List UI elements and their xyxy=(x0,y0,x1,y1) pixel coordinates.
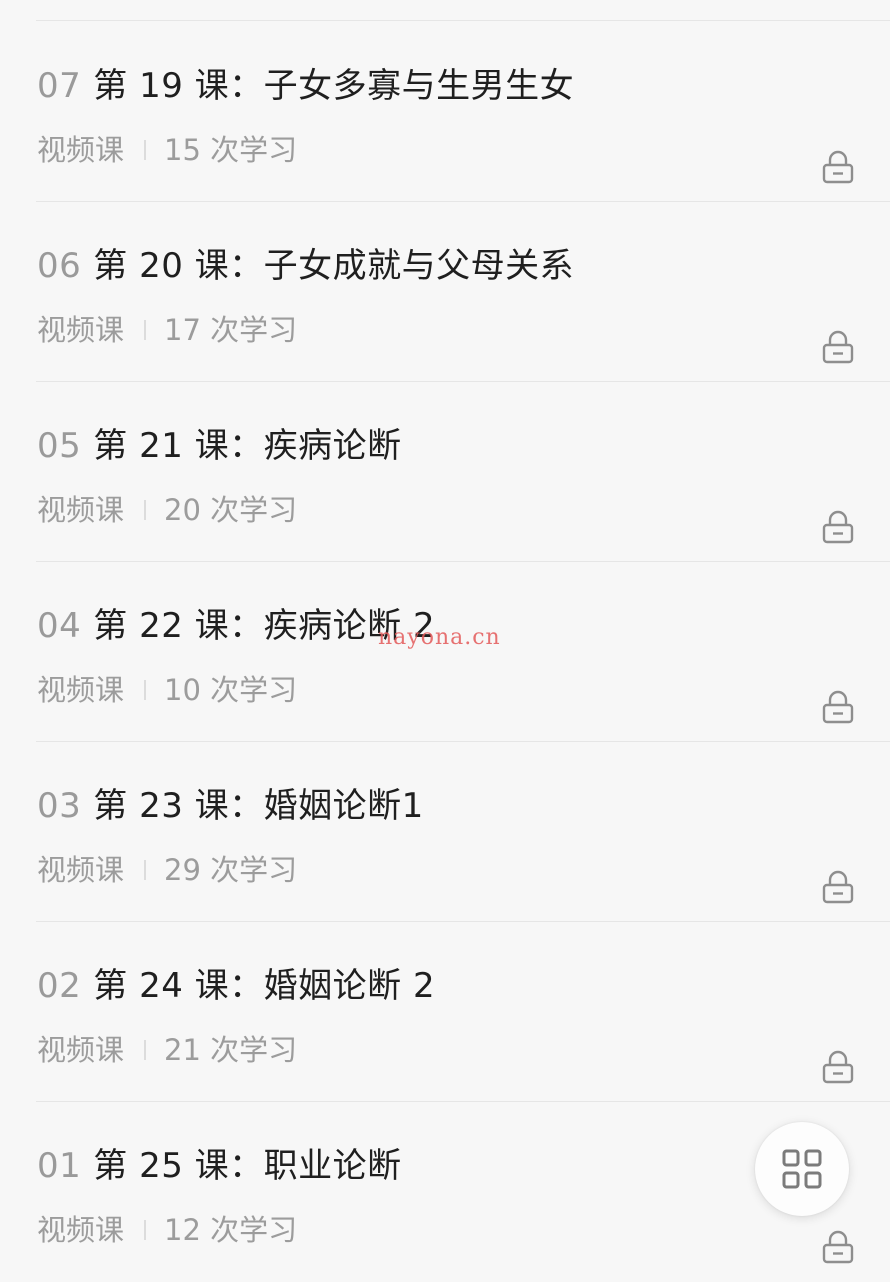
lesson-views: 29 次学习 xyxy=(164,853,298,887)
lesson-item[interactable]: 06 第 20 课：子女成就与父母关系 视频课 17 次学习 xyxy=(0,202,890,382)
lesson-type: 视频课 xyxy=(37,1213,125,1247)
lesson-type: 视频课 xyxy=(37,853,125,887)
lesson-name: 第 19 课：子女多寡与生男生女 xyxy=(93,66,575,106)
lesson-index: 01 xyxy=(37,1146,82,1186)
lesson-index: 03 xyxy=(37,786,82,826)
lesson-index: 06 xyxy=(37,246,82,286)
lesson-views: 17 次学习 xyxy=(164,313,298,347)
lesson-meta: 视频课 10 次学习 xyxy=(37,672,297,708)
watermark-text: nayona.cn xyxy=(378,625,501,650)
lesson-index: 04 xyxy=(37,606,82,646)
lock-icon xyxy=(822,1230,854,1264)
lock-icon xyxy=(822,1050,854,1084)
lesson-index: 05 xyxy=(37,426,82,466)
lesson-name: 第 21 课：疾病论断 xyxy=(93,426,402,466)
meta-separator xyxy=(144,1220,147,1240)
meta-separator xyxy=(144,140,147,160)
lesson-views: 20 次学习 xyxy=(164,493,298,527)
lesson-meta: 视频课 20 次学习 xyxy=(37,492,297,528)
lesson-title: 07 第 19 课：子女多寡与生男生女 xyxy=(37,64,574,108)
lesson-name: 第 24 课：婚姻论断 2 xyxy=(93,966,436,1006)
lesson-type: 视频课 xyxy=(37,133,125,167)
lock-icon xyxy=(822,510,854,544)
lesson-item[interactable]: 01 第 25 课：职业论断 视频课 12 次学习 xyxy=(0,1102,890,1282)
lesson-item[interactable]: 03 第 23 课：婚姻论断1 视频课 29 次学习 xyxy=(0,742,890,922)
lesson-item[interactable]: 02 第 24 课：婚姻论断 2 视频课 21 次学习 xyxy=(0,922,890,1102)
meta-separator xyxy=(144,680,147,700)
lesson-name: 第 23 课：婚姻论断1 xyxy=(93,786,424,826)
lock-icon xyxy=(822,150,854,184)
lesson-meta: 视频课 29 次学习 xyxy=(37,852,297,888)
lesson-type: 视频课 xyxy=(37,1033,125,1067)
lesson-meta: 视频课 17 次学习 xyxy=(37,312,297,348)
meta-separator xyxy=(144,320,147,340)
lesson-title: 05 第 21 课：疾病论断 xyxy=(37,424,402,468)
lesson-title: 04 第 22 课：疾病论断 2 xyxy=(37,604,435,648)
lesson-type: 视频课 xyxy=(37,313,125,347)
lesson-views: 15 次学习 xyxy=(164,133,298,167)
lesson-views: 10 次学习 xyxy=(164,673,298,707)
lesson-meta: 视频课 15 次学习 xyxy=(37,132,297,168)
grid-menu-button[interactable] xyxy=(755,1122,849,1216)
lesson-name: 第 20 课：子女成就与父母关系 xyxy=(93,246,575,286)
lesson-title: 02 第 24 课：婚姻论断 2 xyxy=(37,964,435,1008)
lock-icon xyxy=(822,330,854,364)
lock-icon xyxy=(822,870,854,904)
meta-separator xyxy=(144,860,147,880)
lock-icon xyxy=(822,690,854,724)
lesson-index: 02 xyxy=(37,966,82,1006)
lesson-item[interactable]: 07 第 19 课：子女多寡与生男生女 视频课 15 次学习 xyxy=(0,22,890,202)
lesson-views: 12 次学习 xyxy=(164,1213,298,1247)
lesson-type: 视频课 xyxy=(37,493,125,527)
lesson-type: 视频课 xyxy=(37,673,125,707)
lesson-name: 第 25 课：职业论断 xyxy=(93,1146,402,1186)
lesson-index: 07 xyxy=(37,66,82,106)
grid-menu-icon xyxy=(782,1149,822,1189)
lesson-item[interactable]: 04 第 22 课：疾病论断 2 视频课 10 次学习 xyxy=(0,562,890,742)
meta-separator xyxy=(144,1040,147,1060)
lesson-title: 06 第 20 课：子女成就与父母关系 xyxy=(37,244,574,288)
lesson-meta: 视频课 21 次学习 xyxy=(37,1032,297,1068)
lesson-item[interactable]: 05 第 21 课：疾病论断 视频课 20 次学习 xyxy=(0,382,890,562)
meta-separator xyxy=(144,500,147,520)
lesson-meta: 视频课 12 次学习 xyxy=(37,1212,297,1248)
lesson-title: 03 第 23 课：婚姻论断1 xyxy=(37,784,424,828)
lesson-title: 01 第 25 课：职业论断 xyxy=(37,1144,402,1188)
top-divider xyxy=(36,20,890,21)
lesson-views: 21 次学习 xyxy=(164,1033,298,1067)
